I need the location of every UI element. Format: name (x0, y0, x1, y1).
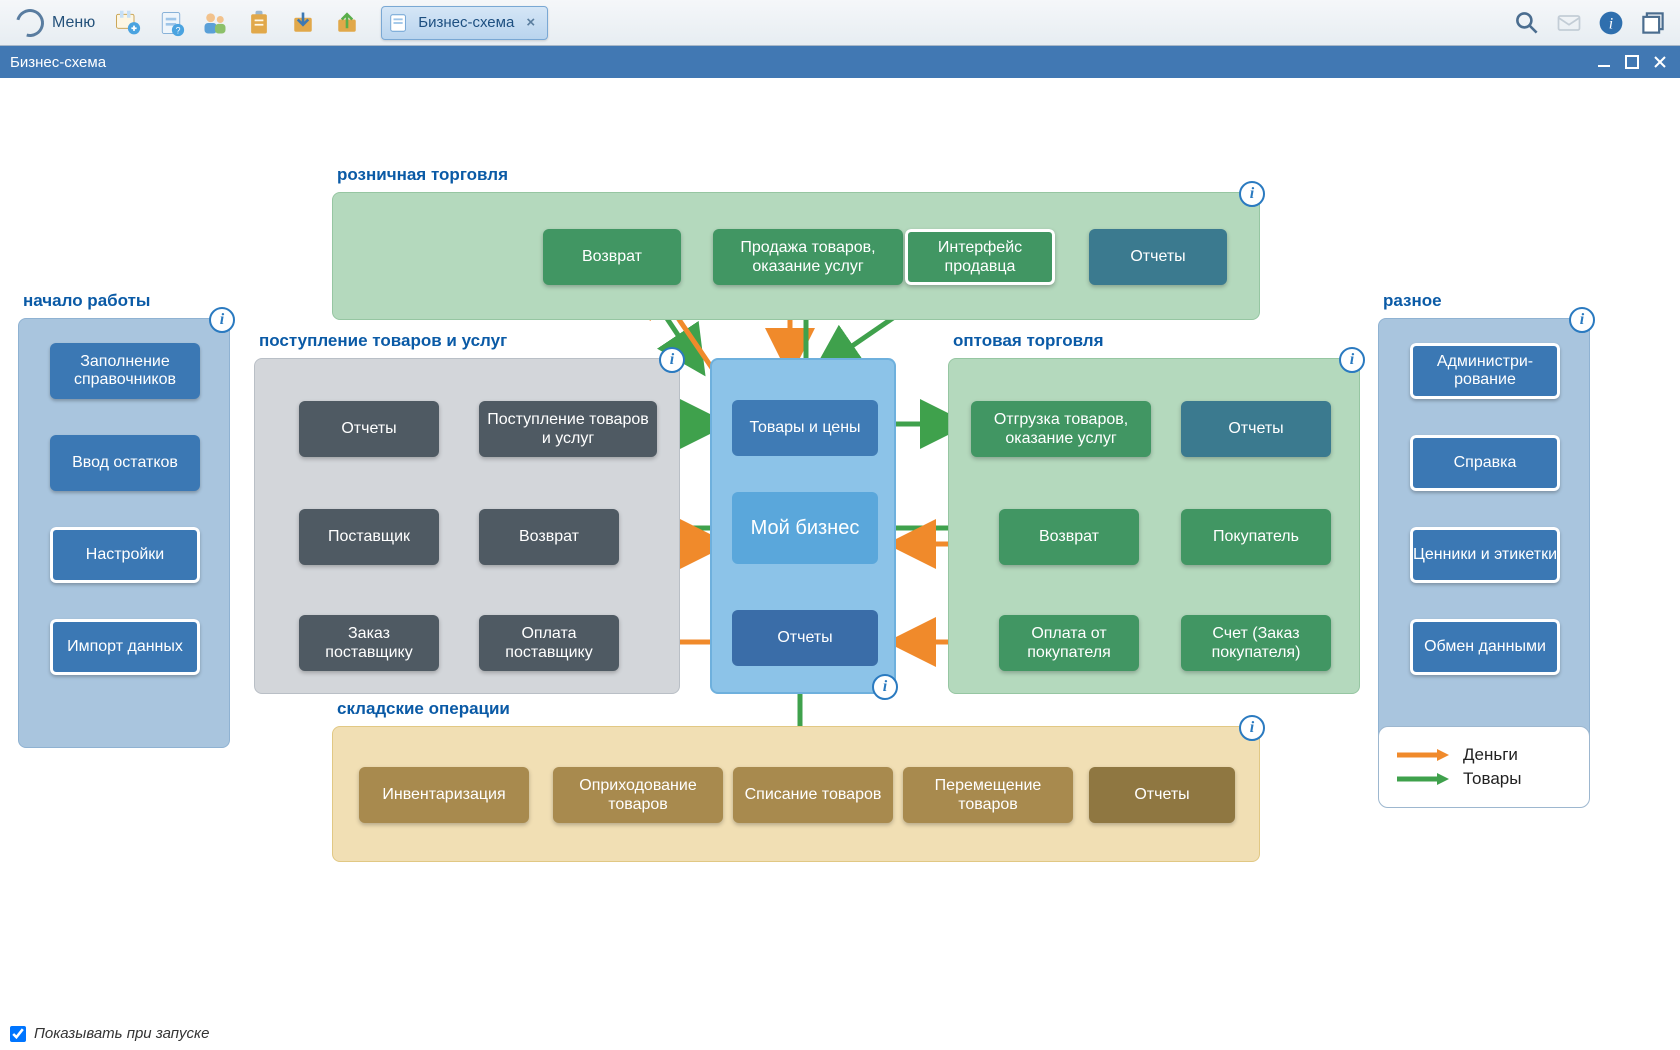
windows-icon[interactable] (1636, 6, 1670, 40)
node-buyer-pay[interactable]: Оплата от покупателя (999, 615, 1139, 671)
region-stock-title: складские операции (337, 699, 510, 719)
toolbar-icon-1[interactable] (111, 7, 143, 39)
toolbar-icon-5[interactable] (287, 7, 319, 39)
node-stock-in[interactable]: Оприходование товаров (553, 767, 723, 823)
node-buyer-order[interactable]: Счет (Заказ покупателя) (1181, 615, 1331, 671)
node-supply-reports[interactable]: Отчеты (299, 401, 439, 457)
info-icon[interactable]: i (1594, 6, 1628, 40)
mail-icon[interactable] (1552, 6, 1586, 40)
opt-settings[interactable]: Настройки (50, 527, 200, 583)
info-icon[interactable]: i (1569, 307, 1595, 333)
node-goods-prices[interactable]: Товары и цены (732, 400, 878, 456)
menu-label: Меню (52, 14, 95, 32)
node-supplier-pay[interactable]: Оплата поставщику (479, 615, 619, 671)
toolbar-icon-4[interactable] (243, 7, 275, 39)
node-retail-reports[interactable]: Отчеты (1089, 229, 1227, 285)
opt-enter-rests[interactable]: Ввод остатков (50, 435, 200, 491)
main-menu-button[interactable]: Меню (6, 5, 105, 41)
info-icon[interactable]: i (1239, 181, 1265, 207)
node-supplier[interactable]: Поставщик (299, 509, 439, 565)
node-buyer[interactable]: Покупатель (1181, 509, 1331, 565)
node-goods-in[interactable]: Поступление товаров и услуг (479, 401, 657, 457)
region-start: начало работы i Заполнение справочников … (18, 318, 230, 748)
app-logo-icon (11, 3, 49, 41)
svg-text:i: i (1609, 15, 1613, 32)
toolbar-icon-3[interactable] (199, 7, 231, 39)
region-supply-title: поступление товаров и услуг (259, 331, 507, 351)
app-toolbar: Меню ? Бизнес-схема × i (0, 0, 1680, 46)
legend-box: Деньги Товары (1378, 726, 1590, 808)
info-icon[interactable]: i (872, 674, 898, 700)
node-writeoff[interactable]: Списание товаров (733, 767, 893, 823)
close-button[interactable] (1650, 52, 1670, 72)
legend-goods: Товары (1397, 769, 1571, 789)
node-inventory[interactable]: Инвентаризация (359, 767, 529, 823)
node-whole-return[interactable]: Возврат (999, 509, 1139, 565)
document-tab-title: Бизнес-схема (418, 14, 514, 31)
toolbar-icon-6[interactable] (331, 7, 363, 39)
maximize-button[interactable] (1622, 52, 1642, 72)
node-retail-return[interactable]: Возврат (543, 229, 681, 285)
legend-money: Деньги (1397, 745, 1571, 765)
show-on-start-row: Показывать при запуске (10, 1025, 209, 1042)
info-icon[interactable]: i (659, 347, 685, 373)
region-supply: поступление товаров и услуг i Отчеты Пос… (254, 358, 680, 694)
show-on-start-checkbox[interactable] (10, 1026, 26, 1042)
info-icon[interactable]: i (209, 307, 235, 333)
region-misc-title: разное (1383, 291, 1442, 311)
diagram-canvas: начало работы i Заполнение справочников … (0, 78, 1680, 1050)
opt-admin[interactable]: Администри- рование (1410, 343, 1560, 399)
region-stock: складские операции i Инвентаризация Опри… (332, 726, 1260, 862)
document-tab[interactable]: Бизнес-схема × (381, 6, 548, 40)
info-icon[interactable]: i (1239, 715, 1265, 741)
region-wholesale: оптовая торговля i Отгрузка товаров, ока… (948, 358, 1360, 694)
document-tab-close[interactable]: × (522, 14, 539, 31)
node-my-business[interactable]: Мой бизнес (732, 492, 878, 564)
window-title: Бизнес-схема (10, 54, 106, 71)
node-supply-return[interactable]: Возврат (479, 509, 619, 565)
window-titlebar: Бизнес-схема (0, 46, 1680, 78)
node-ship-goods[interactable]: Отгрузка товаров, оказание услуг (971, 401, 1151, 457)
region-retail: розничная торговля i Возврат Продажа тов… (332, 192, 1260, 320)
node-whole-reports[interactable]: Отчеты (1181, 401, 1331, 457)
region-retail-title: розничная торговля (337, 165, 508, 185)
node-seller-ui[interactable]: Интерфейс продавца (905, 229, 1055, 285)
info-icon[interactable]: i (1339, 347, 1365, 373)
toolbar-icon-2[interactable]: ? (155, 7, 187, 39)
node-move-goods[interactable]: Перемещение товаров (903, 767, 1073, 823)
opt-labels[interactable]: Ценники и этикетки (1410, 527, 1560, 583)
search-icon[interactable] (1510, 6, 1544, 40)
opt-help[interactable]: Справка (1410, 435, 1560, 491)
region-wholesale-title: оптовая торговля (953, 331, 1104, 351)
opt-fill-dirs[interactable]: Заполнение справочников (50, 343, 200, 399)
node-center-reports[interactable]: Отчеты (732, 610, 878, 666)
minimize-button[interactable] (1594, 52, 1614, 72)
region-center: i Товары и цены Мой бизнес Отчеты (710, 358, 896, 694)
region-misc: разное i Администри- рование Справка Цен… (1378, 318, 1590, 748)
node-retail-sale[interactable]: Продажа товаров, оказание услуг (713, 229, 903, 285)
document-tab-icon (388, 12, 410, 34)
region-start-title: начало работы (23, 291, 150, 311)
node-stock-reports[interactable]: Отчеты (1089, 767, 1235, 823)
svg-text:?: ? (176, 25, 181, 35)
opt-import[interactable]: Импорт данных (50, 619, 200, 675)
node-supplier-order[interactable]: Заказ поставщику (299, 615, 439, 671)
show-on-start-label: Показывать при запуске (34, 1025, 209, 1042)
opt-exchange[interactable]: Обмен данными (1410, 619, 1560, 675)
